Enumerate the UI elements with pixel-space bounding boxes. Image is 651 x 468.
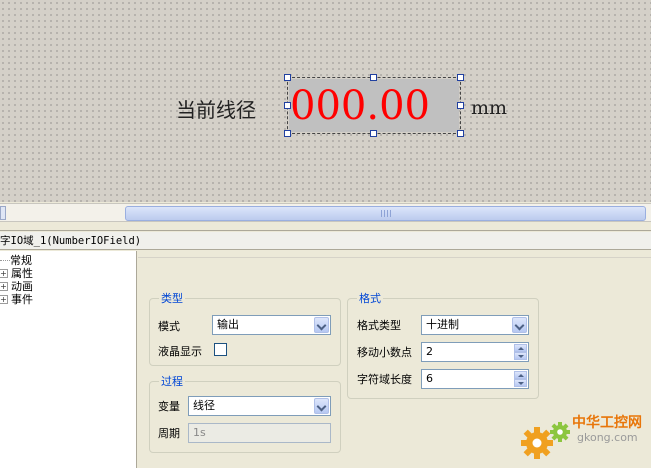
- tree-connector: [0, 260, 10, 261]
- decimal-stepper[interactable]: 2: [421, 342, 529, 362]
- spin-up-icon[interactable]: [514, 344, 527, 352]
- watermark: 中华工控网 gkong.com: [517, 409, 651, 468]
- watermark-url: gkong.com: [577, 431, 638, 444]
- format-group-title: 格式: [357, 290, 383, 306]
- length-value: 6: [426, 372, 433, 385]
- resize-handle-sw[interactable]: [284, 130, 291, 137]
- resize-handle-ne[interactable]: [457, 74, 464, 81]
- resize-handle-nw[interactable]: [284, 74, 291, 81]
- mode-select[interactable]: 输出: [212, 315, 331, 335]
- resize-handle-w[interactable]: [284, 102, 291, 109]
- selection-frame: [287, 77, 461, 134]
- scrollbar-thumb[interactable]: [125, 206, 646, 221]
- cycle-label: 周期: [158, 427, 180, 440]
- decimal-value: 2: [426, 345, 433, 358]
- format-type-value: 十进制: [426, 318, 459, 331]
- variable-select[interactable]: 线径: [188, 396, 331, 416]
- design-canvas[interactable]: 当前线径 000.00 mm: [0, 0, 651, 202]
- splitter[interactable]: [0, 222, 651, 231]
- spin-down-icon[interactable]: [514, 352, 527, 360]
- object-title: 字IO域_1(NumberIOField): [0, 235, 142, 247]
- scrollbar-grip-icon: [381, 210, 391, 217]
- panel-divider: [138, 257, 651, 258]
- resize-handle-n[interactable]: [370, 74, 377, 81]
- tree-item-events[interactable]: + 事件: [0, 292, 33, 306]
- variable-value: 线径: [193, 399, 215, 412]
- property-tree: 常规 + 属性 + 动画 + 事件: [0, 251, 137, 468]
- chevron-down-icon[interactable]: [314, 398, 329, 414]
- watermark-site-name: 中华工控网: [572, 415, 642, 431]
- tree-item-label: 事件: [11, 293, 33, 306]
- lcd-checkbox[interactable]: [214, 343, 227, 356]
- length-stepper[interactable]: 6: [421, 369, 529, 389]
- variable-label: 变量: [158, 400, 180, 413]
- resize-handle-se[interactable]: [457, 130, 464, 137]
- spin-up-icon[interactable]: [514, 371, 527, 379]
- chevron-down-icon[interactable]: [314, 317, 329, 333]
- length-label: 字符域长度: [357, 373, 412, 386]
- resize-handle-s[interactable]: [370, 130, 377, 137]
- properties-title-bar: 字IO域_1(NumberIOField): [0, 232, 651, 250]
- mode-label: 模式: [158, 320, 180, 333]
- process-group-title: 过程: [159, 373, 185, 389]
- current-diameter-label[interactable]: 当前线径: [176, 94, 256, 123]
- cycle-field: 1s: [188, 423, 331, 443]
- horizontal-scrollbar[interactable]: [0, 203, 651, 222]
- format-type-label: 格式类型: [357, 319, 401, 332]
- cycle-value: 1s: [193, 426, 206, 439]
- resize-handle-e[interactable]: [457, 102, 464, 109]
- expand-icon[interactable]: +: [0, 281, 8, 291]
- lcd-label: 液晶显示: [158, 345, 202, 358]
- spin-down-icon[interactable]: [514, 379, 527, 387]
- type-group-title: 类型: [159, 290, 185, 306]
- expand-icon[interactable]: +: [0, 268, 8, 278]
- format-type-select[interactable]: 十进制: [421, 315, 529, 335]
- mode-value: 输出: [217, 318, 239, 331]
- scroll-left-button[interactable]: [0, 206, 6, 220]
- unit-label[interactable]: mm: [471, 97, 507, 119]
- gear-icon: [521, 422, 570, 459]
- decimal-label: 移动小数点: [357, 346, 412, 359]
- expand-icon[interactable]: +: [0, 294, 8, 304]
- chevron-down-icon[interactable]: [512, 317, 527, 333]
